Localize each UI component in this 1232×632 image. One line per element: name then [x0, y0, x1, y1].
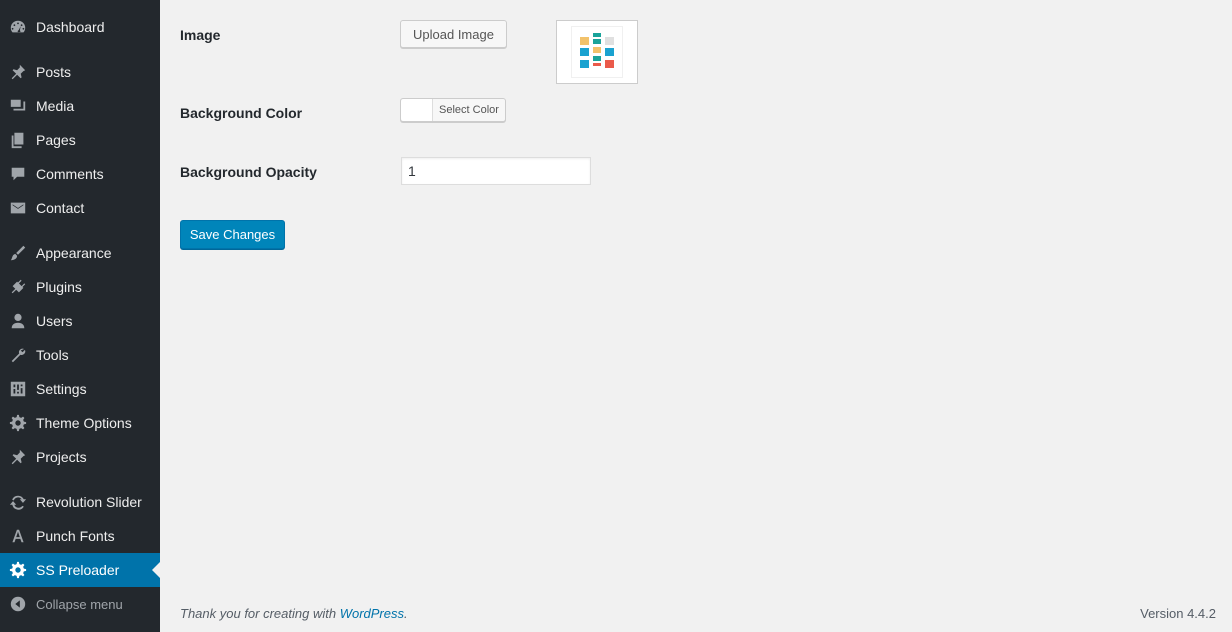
- select-color-button[interactable]: Select Color: [433, 99, 505, 121]
- sidebar-item-label: Dashboard: [36, 19, 105, 35]
- sidebar-item-label: Media: [36, 98, 75, 114]
- settings-icon: [8, 379, 28, 399]
- user-icon: [8, 311, 28, 331]
- pin-icon: [8, 62, 28, 82]
- preloader-logo-graphic: [580, 33, 614, 68]
- pages-icon: [8, 130, 28, 150]
- sidebar-item-pages[interactable]: Pages: [0, 123, 160, 157]
- sidebar-item-label: Appearance: [36, 245, 112, 261]
- sidebar-item-posts[interactable]: Posts: [0, 55, 160, 89]
- collapse-menu-label: Collapse menu: [36, 596, 123, 612]
- sidebar-item-revolution-slider[interactable]: Revolution Slider: [0, 485, 160, 519]
- sidebar-item-label: Projects: [36, 449, 87, 465]
- sidebar-item-label: Posts: [36, 64, 72, 80]
- footer-thanks: Thank you for creating with WordPress.: [180, 606, 408, 621]
- mail-icon: [8, 198, 28, 218]
- sidebar-item-punch-fonts[interactable]: Punch Fonts: [0, 519, 160, 553]
- plug-icon: [8, 277, 28, 297]
- sidebar-item-users[interactable]: Users: [0, 304, 160, 338]
- sidebar-item-label: Punch Fonts: [36, 528, 115, 544]
- sidebar-item-contact[interactable]: Contact: [0, 191, 160, 225]
- color-picker[interactable]: Select Color: [400, 98, 506, 122]
- sidebar-item-label: Plugins: [36, 279, 82, 295]
- font-icon: [8, 526, 28, 546]
- footer-thanks-text: Thank you for creating with: [180, 606, 340, 621]
- sidebar-item-theme-options[interactable]: Theme Options: [0, 406, 160, 440]
- background-opacity-input[interactable]: [401, 157, 591, 185]
- sidebar-item-settings[interactable]: Settings: [0, 372, 160, 406]
- sidebar-item-appearance[interactable]: Appearance: [0, 236, 160, 270]
- comment-icon: [8, 164, 28, 184]
- version-label: Version 4.4.2: [1140, 606, 1216, 621]
- color-swatch[interactable]: [401, 99, 433, 121]
- sidebar-item-projects[interactable]: Projects: [0, 440, 160, 474]
- gear-icon: [8, 560, 28, 580]
- gear-icon: [8, 413, 28, 433]
- admin-sidebar: Dashboard Posts Media Pages Comments Con…: [0, 0, 160, 632]
- sidebar-item-ss-preloader[interactable]: SS Preloader: [0, 553, 160, 587]
- preloader-image-thumbnail: [572, 27, 622, 77]
- sidebar-item-comments[interactable]: Comments: [0, 157, 160, 191]
- save-changes-button[interactable]: Save Changes: [180, 220, 285, 249]
- upload-image-button[interactable]: Upload Image: [400, 20, 507, 48]
- sidebar-item-dashboard[interactable]: Dashboard: [0, 10, 160, 44]
- refresh-icon: [8, 492, 28, 512]
- sidebar-item-tools[interactable]: Tools: [0, 338, 160, 372]
- wordpress-link[interactable]: WordPress: [340, 606, 404, 621]
- pin-icon: [8, 447, 28, 467]
- sidebar-item-label: Comments: [36, 166, 104, 182]
- sidebar-item-label: Theme Options: [36, 415, 132, 431]
- sidebar-item-label: Tools: [36, 347, 69, 363]
- sidebar-item-label: Revolution Slider: [36, 494, 142, 510]
- wrench-icon: [8, 345, 28, 365]
- collapse-menu-button[interactable]: Collapse menu: [0, 587, 160, 621]
- sidebar-item-label: Contact: [36, 200, 85, 216]
- background-opacity-label: Background Opacity: [180, 164, 317, 180]
- image-preview: [556, 20, 638, 84]
- footer-thanks-suffix: .: [404, 606, 408, 621]
- sidebar-item-label: Users: [36, 313, 73, 329]
- dashboard-icon: [8, 17, 28, 37]
- media-icon: [8, 96, 28, 116]
- background-color-label: Background Color: [180, 105, 303, 121]
- brush-icon: [8, 243, 28, 263]
- sidebar-item-media[interactable]: Media: [0, 89, 160, 123]
- collapse-arrow-icon: [8, 594, 28, 614]
- sidebar-item-label: Settings: [36, 381, 87, 397]
- sidebar-item-plugins[interactable]: Plugins: [0, 270, 160, 304]
- image-label: Image: [180, 27, 221, 43]
- sidebar-item-label: Pages: [36, 132, 76, 148]
- sidebar-item-label: SS Preloader: [36, 562, 120, 578]
